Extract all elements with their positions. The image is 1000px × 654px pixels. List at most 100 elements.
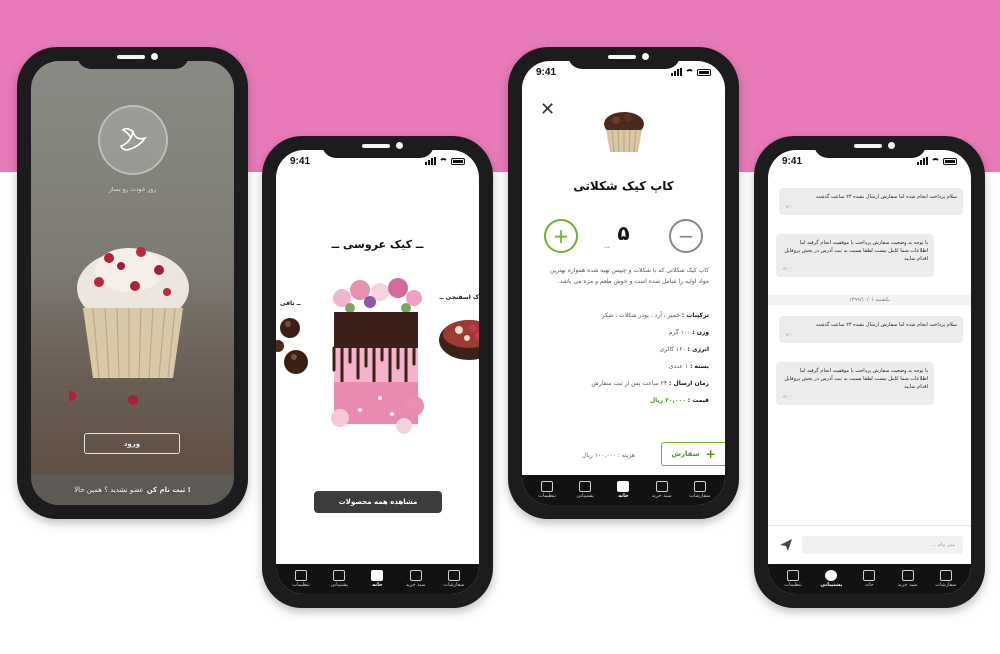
- category-screen: 9:41 ــ کیک عروسی ــ ــ تافی ک اسفنجی ــ: [276, 150, 479, 594]
- nav-orders[interactable]: سفارشات: [927, 570, 965, 588]
- increase-quantity-button[interactable]: +: [544, 219, 578, 253]
- signal-icon: [425, 157, 436, 165]
- nav-support[interactable]: پشتیبانی: [812, 570, 850, 588]
- status-time: 9:41: [782, 156, 803, 167]
- product-description: کاپ کیک شکلاتی که با شکلات و چیپس تهیه ش…: [550, 267, 709, 285]
- home-icon: [863, 570, 876, 581]
- spec-energy: انرژی : ۱۶۰ کالری: [659, 346, 709, 353]
- sponge-cake-image[interactable]: [439, 310, 479, 366]
- wifi-icon: [931, 158, 940, 165]
- home-icon: [617, 481, 630, 492]
- orders-icon: [693, 481, 706, 492]
- nav-orders[interactable]: سفارشات: [681, 481, 719, 499]
- bottom-nav: تنظیمات پشتیبانی خانه سبد خرید سفارشات: [768, 564, 971, 594]
- nav-support[interactable]: پشتیبانی: [566, 481, 604, 499]
- wifi-icon: [439, 158, 448, 165]
- order-button[interactable]: سفارش +: [661, 442, 725, 466]
- send-icon[interactable]: [779, 538, 793, 552]
- decrease-quantity-button[interactable]: −: [669, 219, 703, 253]
- view-all-products-button[interactable]: مشاهده همه محصولات: [314, 491, 442, 513]
- status-time: 9:41: [290, 156, 311, 167]
- support-icon: [333, 570, 346, 581]
- quantity-unit: عدد: [604, 244, 611, 249]
- support-icon: [825, 570, 838, 581]
- total-cost: هزینه : ۱۰۰,۰۰۰ ریال: [582, 452, 635, 459]
- phone-support-chat: 9:41 سلام پرداخت انجام شده اما سفارش ارس…: [754, 136, 985, 608]
- plus-icon: +: [705, 447, 716, 461]
- notch: [567, 47, 680, 69]
- nav-orders[interactable]: سفارشات: [435, 570, 473, 588]
- login-screen: روز خودت رو بساز ورود عضو نشدید ؟ همین ح…: [31, 61, 234, 505]
- cupcake-image: [69, 247, 189, 405]
- chocolate-cupcake-image: [603, 112, 644, 153]
- spec-package: بسته : ۱ عددی: [668, 363, 709, 370]
- settings-icon: [541, 481, 554, 492]
- phone-category: 9:41 ــ کیک عروسی ــ ــ تافی ک اسفنجی ــ: [262, 136, 493, 608]
- product-title: کاپ کیک شکلاتی: [573, 179, 674, 193]
- date-separator: یکشنبه ۱۳۹۹/۱۰/۰۱: [768, 295, 971, 305]
- nav-home[interactable]: خانه: [604, 481, 642, 499]
- spec-weight: وزن : ۱۰۰ گرم: [668, 329, 709, 336]
- nav-support[interactable]: پشتیبانی: [320, 570, 358, 588]
- nav-home[interactable]: خانه: [850, 570, 888, 588]
- notch: [813, 136, 926, 158]
- category-right-label[interactable]: ک اسفنجی ــ: [439, 294, 479, 301]
- spec-delivery: زمان ارسال : ۲۴ ساعت پس از ثبت سفارش: [591, 380, 709, 387]
- message-input[interactable]: متن پیام ...: [802, 536, 963, 554]
- dove-logo: [97, 105, 168, 175]
- nav-cart[interactable]: سبد خرید: [889, 570, 927, 588]
- chat-message-sent: سلام پرداخت انجام شده اما سفارش ارسال نش…: [779, 188, 963, 215]
- status-icons: [917, 157, 957, 165]
- orders-icon: [447, 570, 460, 581]
- spec-ingredients: ترکیبات : خمیر ، آرد ، پودر شکلات ، شکر: [601, 312, 709, 319]
- nav-cart[interactable]: سبد خرید: [643, 481, 681, 499]
- app-tagline: روز خودت رو بساز: [108, 186, 157, 193]
- status-icons: [671, 68, 711, 76]
- register-bar: عضو نشدید ؟ همین حالا ثبت نام کن !: [31, 475, 234, 505]
- bottom-nav: تنظیمات پشتیبانی خانه سبد خرید سفارشات: [522, 475, 725, 505]
- nav-settings[interactable]: تنظیمات: [528, 481, 566, 499]
- battery-icon: [943, 158, 957, 165]
- register-link[interactable]: ثبت نام کن !: [147, 486, 191, 494]
- home-icon: [371, 570, 384, 581]
- cart-icon: [655, 481, 668, 492]
- order-button-label: سفارش: [671, 450, 700, 458]
- nav-cart[interactable]: سبد خرید: [397, 570, 435, 588]
- quantity-value: ۵: [617, 221, 630, 245]
- close-icon[interactable]: ✕: [540, 101, 555, 119]
- product-screen: 9:41 ✕ کاپ کیک شکلاتی + ۵ عدد − کاپ کیک …: [522, 61, 725, 505]
- register-prompt: عضو نشدید ؟ همین حالا: [74, 486, 144, 494]
- divider: [768, 525, 971, 526]
- spec-price: قیمت : ۲۰,۰۰۰ ریال: [649, 397, 709, 404]
- nav-settings[interactable]: تنظیمات: [282, 570, 320, 588]
- status-icons: [425, 157, 465, 165]
- nav-settings[interactable]: تنظیمات: [774, 570, 812, 588]
- battery-icon: [697, 69, 711, 76]
- nav-home[interactable]: خانه: [358, 570, 396, 588]
- chat-message-sent: سلام پرداخت انجام شده اما سفارش ارسال نش…: [779, 316, 963, 343]
- notch: [76, 47, 189, 69]
- chat-message-received: با توجه به وضعیت سفارش پرداخت با موفقیت …: [776, 234, 934, 277]
- orders-icon: [939, 570, 952, 581]
- dove-icon: [119, 127, 147, 151]
- settings-icon: [295, 570, 308, 581]
- cart-icon: [409, 570, 422, 581]
- notch: [321, 136, 434, 158]
- login-button[interactable]: ورود: [84, 433, 180, 454]
- category-left-label[interactable]: ــ تافی: [280, 300, 301, 307]
- phone-login: روز خودت رو بساز ورود عضو نشدید ؟ همین ح…: [17, 47, 248, 519]
- settings-icon: [787, 570, 800, 581]
- wifi-icon: [685, 69, 694, 76]
- support-icon: [579, 481, 592, 492]
- signal-icon: [917, 157, 928, 165]
- battery-icon: [451, 158, 465, 165]
- chat-message-received: با توجه به وضعیت سفارش پرداخت با موفقیت …: [776, 362, 934, 405]
- bottom-nav: تنظیمات پشتیبانی خانه سبد خرید سفارشات: [276, 564, 479, 594]
- status-time: 9:41: [536, 67, 557, 78]
- phone-product: 9:41 ✕ کاپ کیک شکلاتی + ۵ عدد − کاپ کیک …: [508, 47, 739, 519]
- chat-screen: 9:41 سلام پرداخت انجام شده اما سفارش ارس…: [768, 150, 971, 594]
- toffee-cake-image[interactable]: [276, 310, 316, 390]
- category-title: ــ کیک عروسی ــ: [331, 238, 424, 251]
- signal-icon: [671, 68, 682, 76]
- wedding-cake-image[interactable]: [320, 278, 432, 438]
